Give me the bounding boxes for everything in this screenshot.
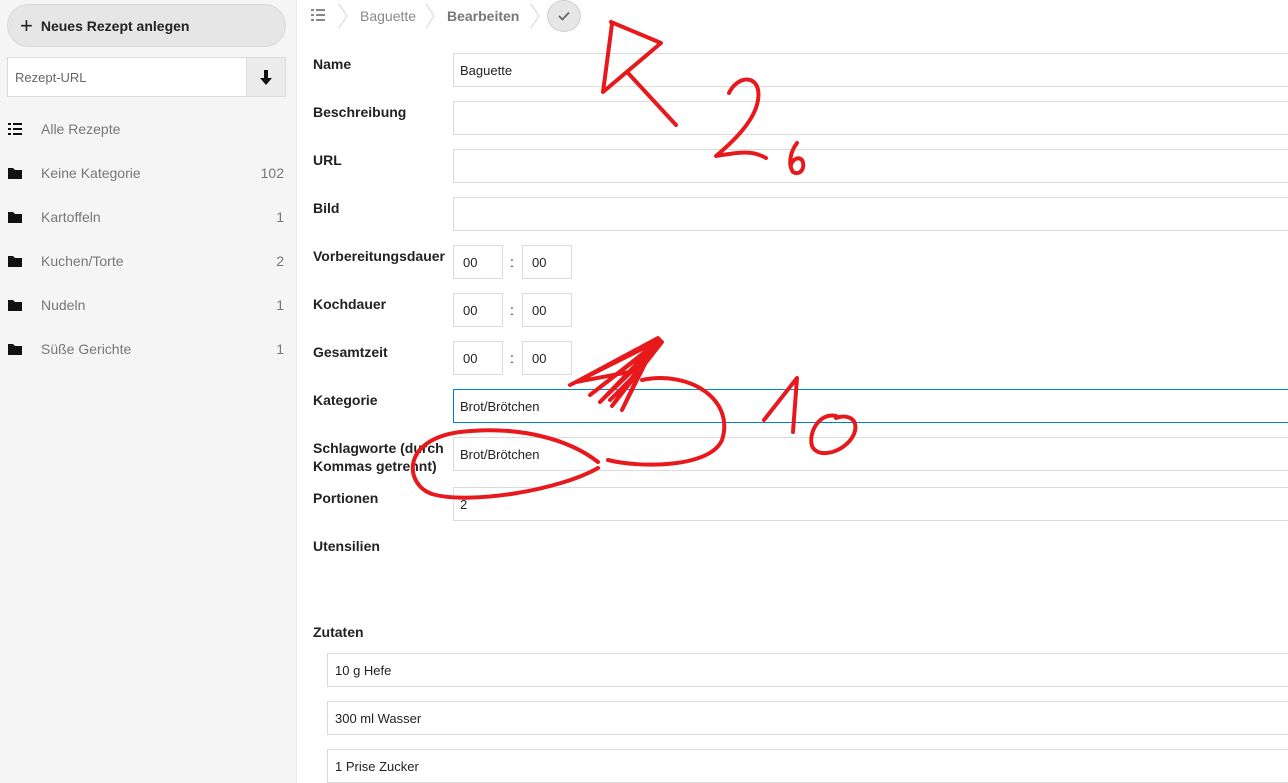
servings-label: Portionen — [313, 490, 379, 506]
nav-item-keine-kategorie[interactable]: Keine Kategorie 102 — [0, 151, 296, 195]
keywords-label-line2: Kommas getrennt) — [313, 458, 437, 474]
folder-icon — [8, 254, 22, 268]
nav-item-count: 2 — [276, 253, 284, 269]
nav-item-suesse-gerichte[interactable]: Süße Gerichte 1 — [0, 327, 296, 371]
recipe-url-row — [7, 57, 286, 97]
cook-time-hours[interactable] — [453, 293, 503, 327]
ingredient-input[interactable] — [327, 749, 1288, 783]
image-input[interactable] — [453, 197, 1288, 231]
folder-icon — [8, 342, 22, 356]
tools-label: Utensilien — [313, 538, 380, 554]
checkmark-icon — [558, 11, 570, 21]
ingredient-input[interactable] — [327, 701, 1288, 735]
nav-item-all-recipes[interactable]: Alle Rezepte — [0, 107, 296, 151]
description-input[interactable] — [453, 101, 1288, 135]
nav-item-kuchen-torte[interactable]: Kuchen/Torte 2 — [0, 239, 296, 283]
nav-item-count: 1 — [276, 341, 284, 357]
nav-item-label: Keine Kategorie — [41, 165, 141, 181]
chevron-right-icon — [530, 3, 540, 29]
ingredient-input[interactable] — [327, 653, 1288, 687]
name-input[interactable] — [453, 53, 1288, 87]
total-time-label: Gesamtzeit — [313, 344, 388, 360]
chevron-right-icon — [425, 3, 435, 29]
nav-item-kartoffeln[interactable]: Kartoffeln 1 — [0, 195, 296, 239]
save-button[interactable] — [547, 0, 581, 32]
url-label: URL — [313, 152, 342, 168]
category-list: Alle Rezepte Keine Kategorie 102 Kartoff… — [0, 107, 296, 371]
breadcrumb-recipe[interactable]: Baguette — [360, 8, 416, 24]
breadcrumb: Baguette Bearbeiten — [297, 0, 1288, 33]
time-separator: : — [510, 302, 514, 318]
arrow-down-icon — [260, 69, 272, 85]
prep-time-minutes[interactable] — [522, 245, 572, 279]
nav-item-label: Kuchen/Torte — [41, 253, 124, 269]
folder-icon — [8, 298, 22, 312]
nav-item-count: 1 — [276, 297, 284, 313]
nav-item-nudeln[interactable]: Nudeln 1 — [0, 283, 296, 327]
prep-time-label: Vorbereitungsdauer — [313, 248, 445, 264]
category-label: Kategorie — [313, 392, 378, 408]
keywords-label: Schlagworte (durch Kommas getrennt) — [313, 439, 444, 475]
folder-icon — [8, 210, 22, 224]
ingredients-label: Zutaten — [313, 624, 364, 640]
time-separator: : — [510, 350, 514, 366]
new-recipe-label: Neues Rezept anlegen — [40, 17, 190, 34]
keywords-input[interactable] — [453, 437, 1288, 471]
breadcrumb-edit[interactable]: Bearbeiten — [447, 8, 519, 24]
keywords-label-line1: Schlagworte (durch — [313, 440, 444, 456]
app-content: Baguette Bearbeiten Name Beschreibung UR… — [297, 0, 1288, 783]
list-icon — [8, 122, 22, 136]
list-icon[interactable] — [311, 8, 327, 24]
prep-time-hours[interactable] — [453, 245, 503, 279]
new-recipe-button[interactable]: + Neues Rezept anlegen — [7, 4, 286, 47]
cook-time-minutes[interactable] — [522, 293, 572, 327]
url-input[interactable] — [453, 149, 1288, 183]
cook-time-label: Kochdauer — [313, 296, 387, 312]
description-label: Beschreibung — [313, 104, 407, 120]
folder-icon — [8, 166, 22, 180]
app-navigation: + Neues Rezept anlegen Alle Rezepte Kein… — [0, 0, 297, 783]
nav-item-count: 1 — [276, 209, 284, 225]
time-separator: : — [510, 254, 514, 270]
servings-input[interactable] — [453, 487, 1288, 521]
nav-item-label: Nudeln — [41, 297, 86, 313]
plus-icon: + — [20, 12, 33, 38]
download-button[interactable] — [246, 57, 286, 97]
nav-item-label: Kartoffeln — [41, 209, 101, 225]
name-label: Name — [313, 56, 352, 72]
nav-item-count: 102 — [260, 165, 284, 181]
total-time-minutes[interactable] — [522, 341, 572, 375]
nav-item-label: Alle Rezepte — [41, 121, 121, 137]
category-input[interactable] — [453, 389, 1288, 423]
total-time-hours[interactable] — [453, 341, 503, 375]
image-label: Bild — [313, 200, 340, 216]
recipe-url-input[interactable] — [7, 57, 246, 97]
chevron-right-icon — [338, 3, 348, 29]
nav-item-label: Süße Gerichte — [41, 341, 132, 357]
